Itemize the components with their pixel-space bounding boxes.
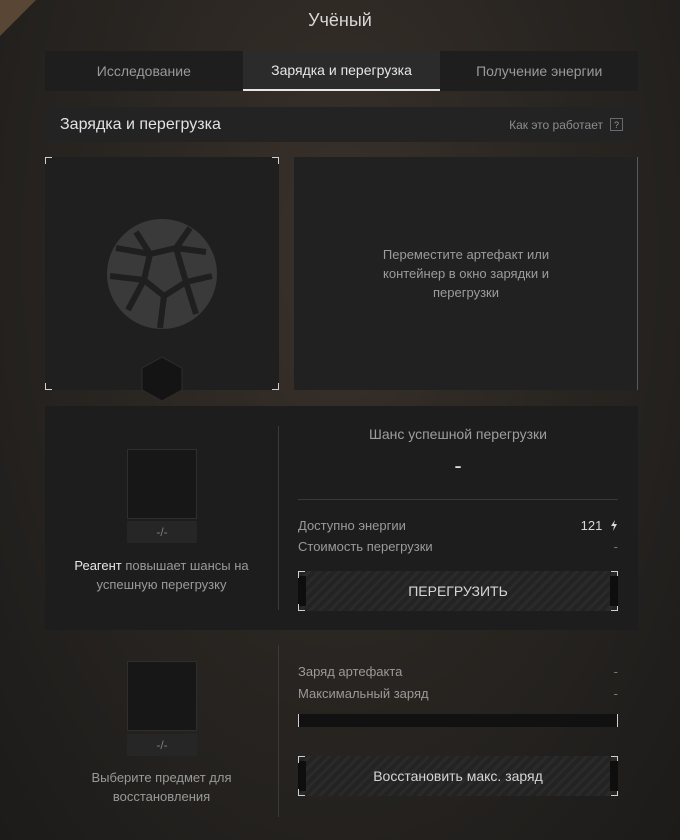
artifact-placeholder-icon [107,219,217,329]
corner-bracket [272,157,279,164]
how-it-works-label: Как это работает [509,117,603,132]
corner-bracket [298,604,305,611]
cost-value: - [613,539,618,554]
charge-label: Заряд артефакта [298,664,403,679]
section-header: Зарядка и перегрузка Как это работает ? [45,107,638,142]
tab-bar: Исследование Зарядка и перегрузка Получе… [45,51,638,91]
restore-panel: -/- Выберите предмет для восстановления … [45,631,638,826]
how-it-works-link[interactable]: Как это работает ? [509,118,623,132]
chance-value: - [454,453,462,478]
restore-slot[interactable] [127,661,197,731]
charge-row: Заряд артефакта - [298,664,618,679]
button-cap [298,761,306,791]
window-title: Учёный [308,10,372,30]
charge-progress-bar [298,714,618,727]
divider [637,157,638,390]
restore-hint: Выберите предмет для восстановления [91,770,232,804]
corner-bracket [298,789,305,796]
tab-research[interactable]: Исследование [45,51,243,91]
lightning-icon [611,520,617,531]
button-cap [298,576,306,606]
charge-value: - [613,664,618,679]
overload-button[interactable]: ПЕРЕГРУЗИТЬ [298,571,618,611]
divider [278,645,279,817]
reagent-hint: Реагент повышает шансы на успешную перег… [65,556,258,594]
max-charge-value: - [613,686,618,701]
energy-value-wrap: 121 [581,518,618,533]
drop-zone[interactable]: Переместите артефакт или контейнер в окн… [294,157,638,390]
max-charge-row: Максимальный заряд - [298,686,618,701]
corner-bracket [272,383,279,390]
button-cap [610,576,618,606]
restore-button-label: Восстановить макс. заряд [373,768,543,784]
reagent-slot[interactable] [127,449,197,519]
corner-bracket [45,157,52,164]
divider [278,426,279,610]
artifact-slot[interactable] [45,157,279,402]
reagent-slot-label: -/- [127,521,197,543]
chance-title: Шанс успешной перегрузки [369,426,547,442]
overload-panel: -/- Реагент повышает шансы на успешную п… [45,406,638,630]
reagent-bold: Реагент [74,558,122,573]
question-icon: ? [610,118,623,131]
energy-value: 121 [580,518,603,533]
tab-energy[interactable]: Получение энергии [440,51,638,91]
section-title: Зарядка и перегрузка [60,115,221,133]
overload-button-label: ПЕРЕГРУЗИТЬ [408,583,508,599]
button-cap [610,761,618,791]
cost-row: Стоимость перегрузки - [298,539,618,554]
divider [298,499,618,500]
drop-hint: Переместите артефакт или контейнер в окн… [382,247,550,300]
corner-bracket [298,571,305,578]
restore-slot-label: -/- [127,734,197,756]
restore-button[interactable]: Восстановить макс. заряд [298,756,618,796]
cost-label: Стоимость перегрузки [298,539,433,554]
energy-label: Доступно энергии [298,518,406,533]
tab-charge-overload[interactable]: Зарядка и перегрузка [242,51,441,91]
corner-bracket [298,756,305,763]
energy-row: Доступно энергии 121 [298,518,618,533]
max-charge-label: Максимальный заряд [298,686,429,701]
corner-bracket [45,383,52,390]
hexagon-badge-icon [141,356,183,402]
